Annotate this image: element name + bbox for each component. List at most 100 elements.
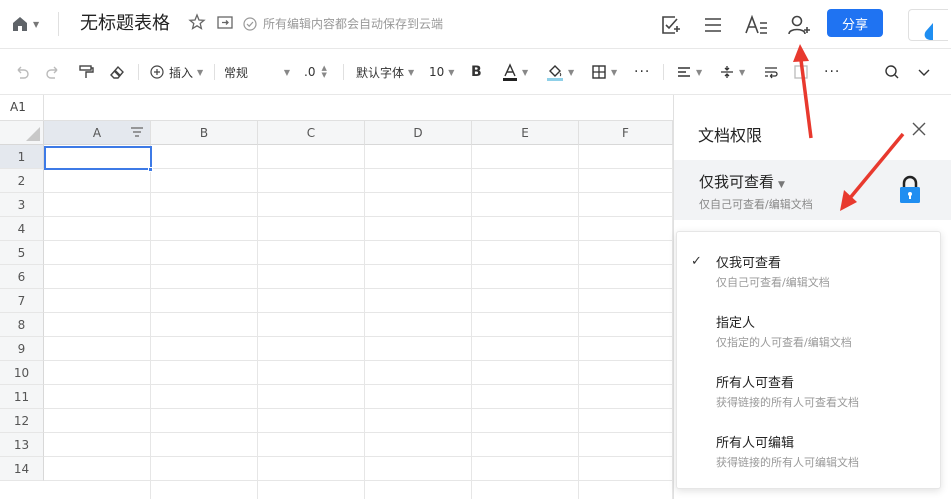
decimal-stepper[interactable]: .0 ▲ ▼ bbox=[304, 61, 327, 83]
font-size-select[interactable]: 10 ▼ bbox=[429, 61, 454, 83]
row-header-3[interactable]: 3 bbox=[0, 193, 44, 217]
current-permission[interactable]: 仅我可查看 ▼ 仅自己可查看/编辑文档 bbox=[674, 160, 951, 220]
check-icon: ✓ bbox=[691, 254, 702, 269]
align-left-icon bbox=[678, 67, 690, 77]
task-check-icon bbox=[662, 16, 680, 34]
row-header-2[interactable]: 2 bbox=[0, 169, 44, 193]
font-color-button[interactable]: ▼ bbox=[502, 61, 528, 83]
toolbar-divider bbox=[138, 64, 139, 80]
gridline bbox=[44, 408, 673, 409]
row-header-10[interactable]: 10 bbox=[0, 361, 44, 385]
permission-option-desc: 获得链接的所有人可查看文档 bbox=[716, 396, 859, 409]
font-color-icon bbox=[503, 63, 517, 81]
close-button[interactable] bbox=[910, 120, 928, 138]
merge-button[interactable] bbox=[793, 61, 809, 83]
insert-menu[interactable]: 插入 ▼ bbox=[150, 61, 203, 83]
column-header-c[interactable]: C bbox=[258, 121, 365, 145]
border-button[interactable]: ▼ bbox=[591, 61, 617, 83]
undo-icon bbox=[17, 66, 29, 79]
permission-dropdown: ✓ 仅我可查看 仅自己可查看/编辑文档 指定人 仅指定的人可查看/编辑文档所有人可查看获… bbox=[676, 231, 941, 489]
format-painter-button[interactable] bbox=[78, 61, 94, 83]
column-header-a[interactable]: A bbox=[44, 121, 151, 145]
home-button[interactable]: ▼ bbox=[10, 12, 44, 36]
row-header-4[interactable]: 4 bbox=[0, 217, 44, 241]
gridline bbox=[44, 312, 673, 313]
vertical-align-button[interactable]: ▼ bbox=[719, 61, 745, 83]
chevron-down-icon: ▼ bbox=[568, 67, 575, 77]
toolbar: 插入 ▼ 常规 ▼ .0 ▲ ▼ 默认字体 ▼ 10 ▼ B ▼ ▼ ▼ ··· … bbox=[0, 49, 951, 95]
active-cell[interactable] bbox=[44, 146, 152, 170]
fill-handle[interactable] bbox=[148, 167, 153, 172]
row-header-5[interactable]: 5 bbox=[0, 241, 44, 265]
search-button[interactable] bbox=[884, 61, 900, 83]
row-header-9[interactable]: 9 bbox=[0, 337, 44, 361]
permission-option-desc: 仅自己可查看/编辑文档 bbox=[716, 276, 830, 289]
font-family-select[interactable]: 默认字体 ▼ bbox=[356, 61, 414, 83]
vertical-align-icon bbox=[721, 66, 733, 78]
column-header-d[interactable]: D bbox=[365, 121, 472, 145]
row-header-6[interactable]: 6 bbox=[0, 265, 44, 289]
row-header-1[interactable]: 1 bbox=[0, 145, 44, 169]
column-filter-icon[interactable] bbox=[130, 125, 144, 142]
task-button[interactable] bbox=[656, 11, 684, 39]
clear-format-button[interactable] bbox=[109, 61, 125, 83]
fill-color-button[interactable]: ▼ bbox=[546, 61, 574, 83]
spreadsheet-grid[interactable]: ABCDEF 1 2 3 4 5 6 7 8 9 10 11 12 13 14 bbox=[0, 121, 673, 499]
gridline bbox=[150, 145, 151, 499]
collapse-toolbar-button[interactable] bbox=[917, 61, 931, 83]
row-header-7[interactable]: 7 bbox=[0, 289, 44, 313]
cell-reference[interactable]: A1 bbox=[10, 100, 26, 114]
gridline bbox=[44, 336, 673, 337]
permission-option[interactable]: 指定人 仅指定的人可查看/编辑文档 bbox=[677, 312, 942, 368]
title-actions bbox=[188, 13, 234, 31]
row-header-14[interactable]: 14 bbox=[0, 457, 44, 481]
chevron-down-icon bbox=[918, 69, 930, 76]
chevron-down-icon: ▼ bbox=[739, 67, 746, 77]
permission-option[interactable]: 所有人可查看获得链接的所有人可查看文档 bbox=[677, 372, 942, 428]
align-button[interactable]: ▼ bbox=[676, 61, 702, 83]
font-family-value: 默认字体 bbox=[356, 65, 405, 80]
add-collaborator-button[interactable] bbox=[785, 11, 813, 39]
star-icon[interactable] bbox=[188, 13, 206, 31]
border-icon bbox=[592, 65, 606, 79]
gridline bbox=[44, 360, 673, 361]
undo-button[interactable] bbox=[14, 61, 30, 83]
row-header-8[interactable]: 8 bbox=[0, 313, 44, 337]
move-to-folder-icon[interactable] bbox=[216, 13, 234, 31]
avatar[interactable] bbox=[908, 9, 948, 41]
share-button[interactable]: 分享 bbox=[827, 9, 883, 37]
gridline bbox=[44, 432, 673, 433]
wrap-text-icon bbox=[765, 67, 778, 79]
column-header-b[interactable]: B bbox=[151, 121, 258, 145]
column-header-e[interactable]: E bbox=[472, 121, 579, 145]
bold-button[interactable]: B bbox=[471, 61, 482, 83]
row-header-13[interactable]: 13 bbox=[0, 433, 44, 457]
more-button-2[interactable]: ··· bbox=[824, 61, 840, 83]
text-format-button[interactable] bbox=[742, 11, 770, 39]
more-button[interactable]: ··· bbox=[634, 61, 650, 83]
permission-option[interactable]: 所有人可编辑 获得链接的所有人可编辑文档 bbox=[677, 432, 942, 488]
wrap-text-button[interactable] bbox=[763, 61, 779, 83]
current-permission-desc: 仅自己可查看/编辑文档 bbox=[699, 198, 813, 211]
eraser-icon bbox=[110, 65, 124, 79]
chevron-down-icon: ▼ bbox=[197, 67, 204, 77]
row-header-12[interactable]: 12 bbox=[0, 409, 44, 433]
column-header-f[interactable]: F bbox=[579, 121, 673, 145]
row-header-11[interactable]: 11 bbox=[0, 385, 44, 409]
top-bar: ▼ 无标题表格 所有编辑内容都会自动保存到云端 分享 bbox=[0, 0, 951, 49]
gridline bbox=[44, 480, 673, 481]
font-size-value: 10 bbox=[429, 65, 445, 79]
menu-button[interactable] bbox=[699, 11, 727, 39]
redo-button[interactable] bbox=[45, 61, 61, 83]
doc-title[interactable]: 无标题表格 bbox=[80, 12, 170, 36]
select-all-corner[interactable] bbox=[0, 121, 44, 145]
permission-option[interactable]: ✓ 仅我可查看 仅自己可查看/编辑文档 bbox=[677, 252, 942, 308]
column-header-label: A bbox=[92, 125, 102, 140]
permission-option-name: 所有人可查看 bbox=[716, 376, 795, 391]
corner-triangle-icon bbox=[26, 127, 40, 141]
gridline bbox=[44, 216, 673, 217]
gridline bbox=[257, 145, 258, 499]
home-icon bbox=[13, 17, 27, 31]
number-format-select[interactable]: 常规 ▼ bbox=[224, 61, 290, 83]
more-icon: ··· bbox=[824, 64, 841, 80]
